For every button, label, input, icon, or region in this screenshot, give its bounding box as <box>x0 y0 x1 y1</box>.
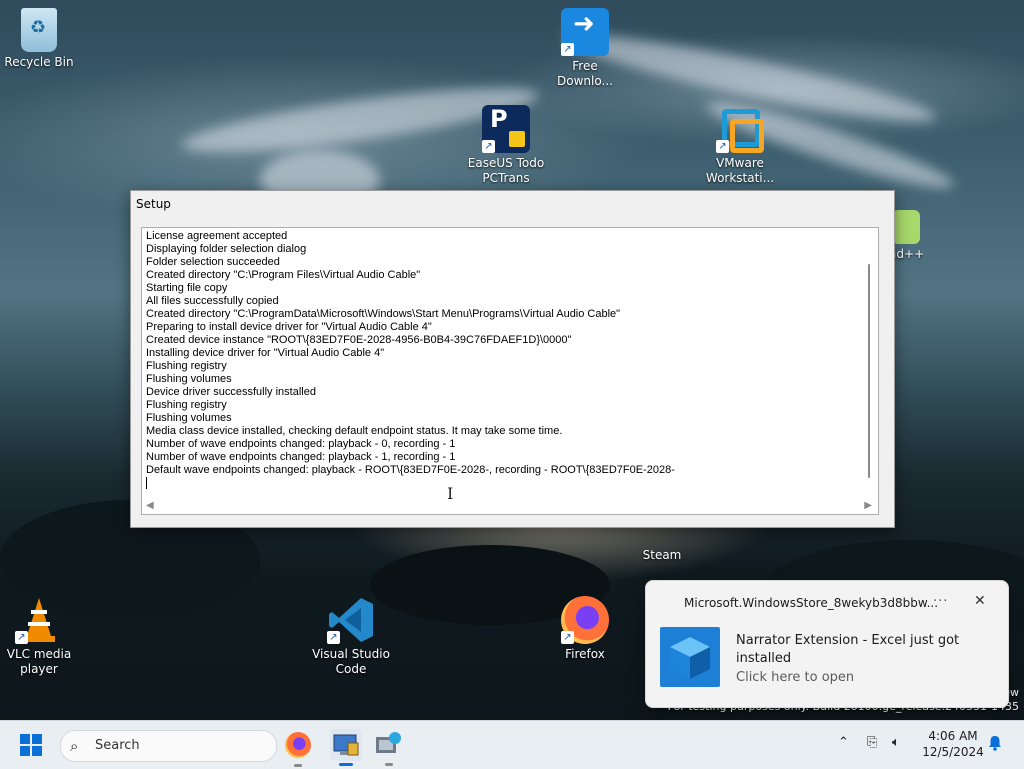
log-line: Media class device installed, checking d… <box>146 425 563 437</box>
log-line: Flushing registry <box>146 360 227 372</box>
desktop-icon-visual-studio-code[interactable]: ↗ Visual Studio Code <box>311 596 391 677</box>
desktop-icon-firefox[interactable]: ↗ Firefox <box>545 596 625 662</box>
box-shape <box>670 637 710 679</box>
log-line: Number of wave endpoints changed: playba… <box>146 438 456 450</box>
desktop-icon-label: Recycle Bin <box>4 55 74 69</box>
bell-shape <box>989 736 1001 751</box>
log-line: Installing device driver for "Virtual Au… <box>146 347 385 359</box>
chevron-up-icon[interactable]: ⌃ <box>838 735 849 750</box>
shortcut-arrow-icon: ↗ <box>716 140 729 153</box>
firefox-icon: ↗ <box>561 596 609 644</box>
log-line: Flushing registry <box>146 399 227 411</box>
desktop-icon-label: VLC media player <box>6 647 72 676</box>
scroll-right-arrow-icon[interactable]: ▶ <box>864 500 872 511</box>
desktop-icon-steam[interactable]: Steam <box>622 525 702 563</box>
start-button[interactable] <box>20 734 42 756</box>
toast-title: Narrator Extension - Excel just got inst… <box>736 633 960 666</box>
log-line: Device driver successfully installed <box>146 386 316 398</box>
desktop-icon-label: VMware Workstati... <box>705 156 775 185</box>
desktop-icon-label: Firefox <box>565 647 605 661</box>
more-options-icon[interactable]: ··· <box>933 594 948 609</box>
desktop-icon-label: Visual Studio Code <box>312 647 390 676</box>
easeus-pctrans-icon: P ↗ <box>482 105 530 153</box>
scroll-left-arrow-icon[interactable]: ◀ <box>146 500 154 511</box>
taskbar-search-box[interactable]: ⌕ Search <box>60 730 277 762</box>
log-line: Starting file copy <box>146 282 228 294</box>
running-indicator <box>385 763 393 766</box>
log-line: All files successfully copied <box>146 295 279 307</box>
taskbar: ⌕ Search ⌃ ⎘ 🔈︎ 4:06 AM 12/5/2024 <box>0 720 1024 769</box>
vlc-cone-icon: ↗ <box>15 596 63 644</box>
network-icon[interactable]: ⎘ <box>867 735 877 750</box>
log-line: Folder selection succeeded <box>146 256 280 268</box>
clock-time: 4:06 AM <box>928 729 978 743</box>
steam-icon <box>638 525 686 545</box>
log-line: Number of wave endpoints changed: playba… <box>146 451 456 463</box>
recycle-bin-icon: ♻ <box>21 8 57 52</box>
log-line: Displaying folder selection dialog <box>146 243 307 255</box>
setup-window[interactable]: Setup License agreement accepted Displayi… <box>130 190 895 528</box>
vscode-icon: ↗ <box>327 596 375 644</box>
log-line: Flushing volumes <box>146 373 232 385</box>
desktop-icon-label: Free Downlo... <box>557 59 613 88</box>
text-caret <box>146 477 147 489</box>
taskbar-firefox[interactable] <box>285 732 311 767</box>
log-line: Created directory "C:\Program Files\Virt… <box>146 269 421 281</box>
setup-computer-icon <box>333 734 359 756</box>
log-textarea[interactable]: License agreement accepted Displaying fol… <box>141 227 879 515</box>
desktop-icon-recycle-bin[interactable]: ♻ Recycle Bin <box>0 8 79 70</box>
shortcut-arrow-icon: ↗ <box>482 140 495 153</box>
desktop-icon-free-download-manager[interactable]: ➜ ↗ Free Downlo... <box>545 8 625 89</box>
desktop-icon-easeus-todo-pctrans[interactable]: P ↗ EaseUS Todo PCTrans <box>466 105 546 186</box>
desktop-icon-vlc-media-player[interactable]: ↗ VLC media player <box>0 596 79 677</box>
search-icon: ⌕ <box>70 737 79 755</box>
notification-bell-icon[interactable] <box>988 735 1002 751</box>
toast-action-text[interactable]: Click here to open <box>736 670 854 685</box>
download-arrow-icon: ➜ ↗ <box>561 8 609 56</box>
toast-notification[interactable]: Microsoft.WindowsStore_8wekyb3d8bbw... ·… <box>645 580 1009 708</box>
ibeam-cursor-icon: I <box>447 484 454 503</box>
desktop-icon-vmware-workstation[interactable]: ↗ VMware Workstati... <box>700 105 780 186</box>
installer-icon <box>376 732 401 753</box>
close-icon[interactable]: ✕ <box>974 593 986 609</box>
taskbar-clock[interactable]: 4:06 AM 12/5/2024 <box>918 728 988 760</box>
log-line: Flushing volumes <box>146 412 232 424</box>
package-box-icon <box>660 627 720 687</box>
volume-icon[interactable]: 🔈︎ <box>892 735 900 750</box>
shortcut-arrow-icon: ↗ <box>15 631 28 644</box>
vmware-icon: ↗ <box>716 105 764 153</box>
active-indicator <box>339 763 353 766</box>
desktop-icon-label: Steam <box>642 548 682 562</box>
shortcut-arrow-icon: ↗ <box>561 43 574 56</box>
toast-app-name: Microsoft.WindowsStore_8wekyb3d8bbw... <box>684 596 939 610</box>
shortcut-arrow-icon: ↗ <box>327 631 340 644</box>
clock-date: 12/5/2024 <box>922 745 984 759</box>
taskbar-setup-app[interactable] <box>330 729 362 766</box>
log-line: Preparing to install device driver for "… <box>146 321 432 333</box>
vertical-scrollbar[interactable] <box>861 228 878 496</box>
running-indicator <box>294 764 302 767</box>
log-line: Created directory "C:\ProgramData\Micros… <box>146 308 621 320</box>
log-line: Created device instance "ROOT\{83ED7F0E-… <box>146 334 572 346</box>
taskbar-installer-app[interactable] <box>373 729 405 766</box>
log-line: Default wave endpoints changed: playback… <box>146 464 675 476</box>
notepad-plus-plus-icon <box>892 210 920 244</box>
shortcut-arrow-icon: ↗ <box>561 631 574 644</box>
vertical-scroll-thumb[interactable] <box>868 264 870 478</box>
search-placeholder: Search <box>95 738 140 753</box>
log-line: License agreement accepted <box>146 230 288 242</box>
window-title: Setup <box>136 197 171 211</box>
horizontal-scrollbar[interactable]: ◀ ▶ <box>142 497 878 514</box>
desktop-icon-label: EaseUS Todo PCTrans <box>467 156 545 185</box>
windows-logo-icon <box>20 734 30 744</box>
log-text: License agreement accepted Displaying fol… <box>146 230 862 494</box>
